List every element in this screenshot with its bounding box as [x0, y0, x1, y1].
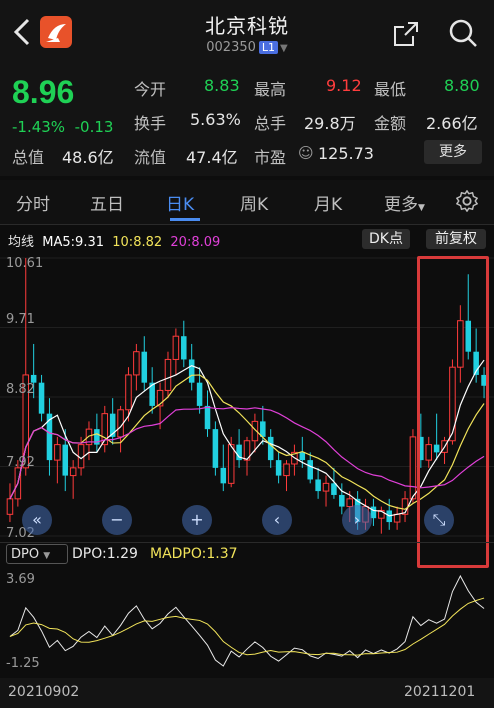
caret-down-icon: ▼	[43, 551, 51, 561]
candle-body	[196, 382, 203, 406]
low-label: 最低	[374, 80, 407, 99]
dpo-value: DPO:1.29	[72, 546, 138, 562]
price-change: -1.43% -0.13	[12, 118, 113, 136]
low-value: 8.80	[444, 76, 480, 95]
candle-body	[299, 452, 306, 461]
quote-more-button[interactable]: 更多	[424, 140, 482, 164]
volume-value: 29.8万	[304, 114, 356, 133]
open-label: 今开	[134, 80, 167, 99]
current-price: 8.96	[12, 74, 75, 110]
zoom-in-button[interactable]: +	[182, 505, 212, 535]
float-value-label: 流值	[134, 148, 167, 167]
candle-body	[125, 374, 132, 411]
candle-body	[38, 382, 45, 414]
amount-value: 2.66亿	[426, 114, 478, 133]
turnover-label: 换手	[134, 114, 167, 133]
x-start-date: 20210902	[8, 684, 80, 700]
tab-intraday[interactable]: 分时	[16, 190, 50, 215]
y-tick-label: 9.71	[6, 312, 35, 327]
level-badge: L1	[258, 41, 279, 54]
caret-down-icon: ▼	[418, 203, 425, 213]
tab-more[interactable]: 更多▼	[384, 190, 425, 215]
madpo-value: MADPO:1.37	[150, 546, 238, 562]
high-label: 最高	[254, 80, 287, 99]
float-value-value: 47.4亿	[186, 148, 238, 167]
candle-body	[77, 444, 85, 469]
forward-adjust-button[interactable]: 前复权	[426, 229, 486, 249]
dpo-y-top: 3.69	[6, 572, 35, 587]
candle-body	[181, 336, 187, 360]
candle-body	[267, 436, 274, 461]
dpo-line	[9, 574, 485, 667]
candle-body	[275, 460, 282, 476]
highlight-box	[417, 256, 489, 568]
candle-body	[283, 463, 290, 477]
dpo-y-bottom: -1.25	[6, 656, 40, 671]
candle-body	[188, 359, 195, 383]
candle-body	[6, 498, 14, 515]
scroll-right-button[interactable]: ›	[342, 505, 372, 535]
y-tick-label: 8.82	[6, 382, 35, 397]
search-icon[interactable]	[448, 18, 478, 48]
y-tick-label: 7.92	[6, 455, 35, 470]
change-amount: -0.13	[74, 118, 114, 136]
tab-more-label: 更多	[384, 195, 418, 215]
divider	[0, 224, 494, 225]
tab-weekly-k[interactable]: 周K	[240, 190, 268, 215]
amount-label: 金额	[374, 114, 407, 133]
y-tick-label: 10.61	[6, 256, 44, 271]
candle-body	[322, 482, 330, 492]
madpo-line	[9, 597, 485, 656]
x-end-date: 20211201	[404, 684, 476, 700]
active-tab-indicator	[170, 218, 200, 221]
gear-icon[interactable]	[456, 190, 478, 212]
candle-body	[69, 467, 77, 477]
tab-daily-k[interactable]: 日K	[166, 190, 194, 215]
candle-body	[220, 467, 227, 484]
zoom-out-button[interactable]: −	[102, 505, 132, 535]
ma5-value: MA5:9.31	[42, 235, 104, 250]
candle-body	[212, 429, 219, 468]
candle-body	[331, 483, 337, 495]
caret-down-icon: ▼	[280, 43, 288, 54]
stock-code: 002350	[206, 40, 256, 55]
candle-body	[164, 358, 172, 391]
change-percent: -1.43%	[12, 118, 66, 136]
tab-monthly-k[interactable]: 月K	[314, 190, 342, 215]
ma10-value: 10:8.82	[112, 235, 163, 250]
open-value: 8.83	[204, 76, 240, 95]
candle-body	[393, 513, 401, 523]
candle-body	[172, 335, 180, 360]
high-value: 9.12	[326, 76, 362, 95]
dk-point-button[interactable]: DK点	[362, 229, 410, 249]
candle-body	[204, 405, 211, 430]
candle-body	[62, 444, 69, 476]
candle-body	[141, 351, 148, 383]
ma-row: 均线 MA5:9.31 10:8.82 20:8.09	[8, 231, 220, 250]
indicator-name: DPO	[11, 547, 40, 562]
share-icon[interactable]	[392, 20, 420, 48]
pe-label: 市盈	[254, 148, 287, 167]
divider	[0, 542, 494, 543]
total-value-value: 48.6亿	[62, 148, 114, 167]
pe-info-icon[interactable]: ☺	[298, 144, 314, 162]
candle-body	[307, 460, 313, 480]
pe-value: 125.73	[318, 144, 374, 163]
candle-body	[409, 436, 417, 500]
ma20-value: 20:8.09	[170, 235, 221, 250]
ma-label: 均线	[8, 235, 35, 250]
volume-label: 总手	[254, 114, 287, 133]
tab-five-day[interactable]: 五日	[90, 190, 124, 215]
candle-body	[315, 479, 321, 492]
candle-body	[133, 351, 140, 376]
dpo-chart[interactable]	[0, 568, 494, 678]
indicator-select[interactable]: DPO ▼	[6, 544, 68, 564]
turnover-value: 5.63%	[190, 110, 241, 129]
candle-body	[339, 494, 345, 507]
candle-body	[54, 444, 61, 461]
total-value-label: 总值	[12, 148, 45, 167]
candle-body	[227, 444, 235, 484]
scroll-left-button[interactable]: ‹	[262, 505, 292, 535]
scroll-far-left-button[interactable]: «	[22, 505, 52, 535]
